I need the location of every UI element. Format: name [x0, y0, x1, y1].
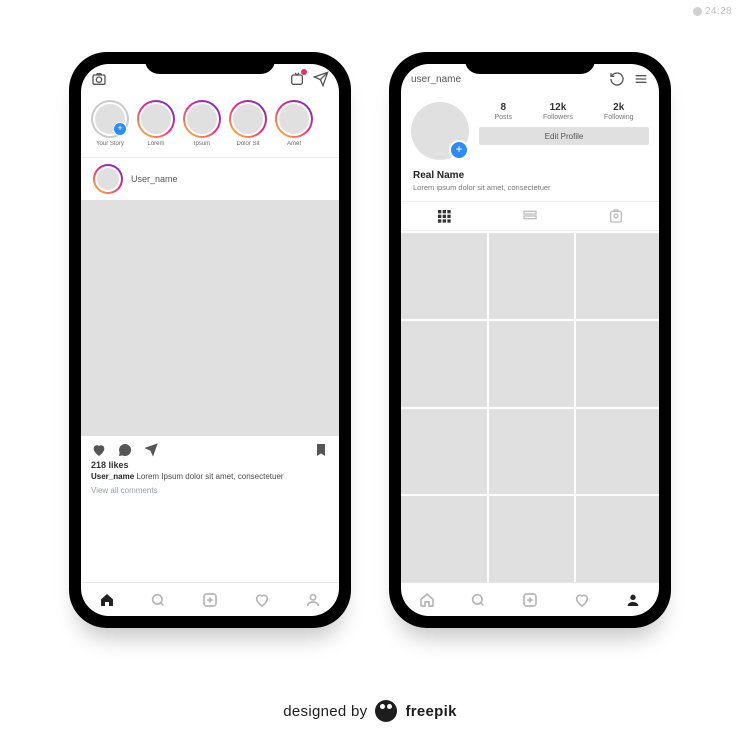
story-label: Lorem: [147, 141, 164, 147]
credit-prefix: designed by: [283, 703, 367, 720]
story-item[interactable]: Ipsum: [183, 100, 221, 147]
story-label: Your Story: [96, 141, 124, 147]
phone-feed-mockup: Your Story Lorem Ipsum Dolor Sit Amet User_n…: [69, 52, 351, 628]
story-item[interactable]: Dolor Sit: [229, 100, 267, 147]
story-label: Amet: [287, 141, 301, 147]
stat-item[interactable]: 8Posts: [494, 102, 512, 121]
camera-icon[interactable]: [91, 71, 107, 87]
profile-bio-text: Lorem ipsum dolor sit amet, consectetuer: [413, 183, 647, 193]
grid-post[interactable]: [576, 409, 659, 495]
edit-profile-button[interactable]: Edit Profile: [479, 127, 649, 145]
phone-profile-mockup: user_name 8Posts12kFollowers2kFollowing …: [389, 52, 671, 628]
post-image[interactable]: [81, 200, 339, 436]
grid-post[interactable]: [576, 321, 659, 407]
grid-post[interactable]: [576, 496, 659, 582]
grid-post[interactable]: [401, 496, 487, 582]
freepik-logo-icon: [375, 700, 397, 722]
nav-home-icon[interactable]: [99, 592, 115, 608]
tab-grid-icon[interactable]: [401, 202, 487, 230]
story-label: Ipsum: [194, 141, 210, 147]
attribution: designed by freepik: [0, 700, 740, 722]
likes-count[interactable]: 218 likes: [91, 460, 329, 470]
refresh-icon[interactable]: [609, 71, 625, 87]
nav-add-icon[interactable]: [202, 592, 218, 608]
igtv-icon[interactable]: [289, 71, 305, 87]
credit-brand: freepik: [405, 703, 456, 720]
like-icon[interactable]: [91, 442, 107, 458]
tab-list-icon[interactable]: [487, 202, 573, 230]
nav-search-icon[interactable]: [470, 592, 486, 608]
grid-post[interactable]: [489, 409, 575, 495]
menu-icon[interactable]: [633, 71, 649, 87]
nav-profile-icon[interactable]: [305, 592, 321, 608]
profile-stats: 8Posts 12kFollowers 2kFollowing: [479, 102, 649, 121]
grid-post[interactable]: [489, 233, 575, 319]
tab-tagged-icon[interactable]: [573, 202, 659, 230]
story-item[interactable]: Your Story: [91, 100, 129, 147]
grid-post[interactable]: [489, 321, 575, 407]
share-icon[interactable]: [143, 442, 159, 458]
grid-post[interactable]: [401, 409, 487, 495]
profile-real-name: Real Name: [413, 170, 647, 181]
profile-posts-grid: [401, 231, 659, 582]
stat-item[interactable]: 2kFollowing: [604, 102, 634, 121]
grid-post[interactable]: [576, 233, 659, 319]
stories-tray[interactable]: Your Story Lorem Ipsum Dolor Sit Amet: [81, 94, 339, 157]
grid-post[interactable]: [401, 233, 487, 319]
story-item[interactable]: Lorem: [137, 100, 175, 147]
profile-avatar[interactable]: [411, 102, 469, 160]
story-item[interactable]: Amet: [275, 100, 313, 147]
post-meta: 218 likes User_name Lorem Ipsum dolor si…: [81, 460, 339, 503]
nav-add-icon[interactable]: [522, 592, 538, 608]
post-header[interactable]: User_name: [81, 157, 339, 200]
device-notch: [465, 52, 595, 74]
post-username[interactable]: User_name: [131, 174, 178, 184]
post-actions: [81, 436, 339, 460]
profile-view-tabs: [401, 201, 659, 231]
bookmark-icon[interactable]: [313, 442, 329, 458]
grid-post[interactable]: [489, 496, 575, 582]
story-label: Dolor Sit: [236, 141, 259, 147]
comment-icon[interactable]: [117, 442, 133, 458]
profile-bio: Real Name Lorem ipsum dolor sit amet, co…: [401, 164, 659, 201]
view-comments-link[interactable]: View all comments: [91, 486, 329, 495]
device-notch: [145, 52, 275, 74]
bottom-nav: [401, 582, 659, 616]
profile-username[interactable]: user_name: [411, 74, 461, 85]
bottom-nav: [81, 582, 339, 616]
direct-message-icon[interactable]: [313, 71, 329, 87]
nav-activity-icon[interactable]: [574, 592, 590, 608]
nav-activity-icon[interactable]: [254, 592, 270, 608]
post-caption: User_name Lorem Ipsum dolor sit amet, co…: [91, 472, 329, 482]
nav-search-icon[interactable]: [150, 592, 166, 608]
grid-post[interactable]: [401, 321, 487, 407]
stat-item[interactable]: 12kFollowers: [543, 102, 573, 121]
nav-home-icon[interactable]: [419, 592, 435, 608]
nav-profile-icon[interactable]: [625, 592, 641, 608]
